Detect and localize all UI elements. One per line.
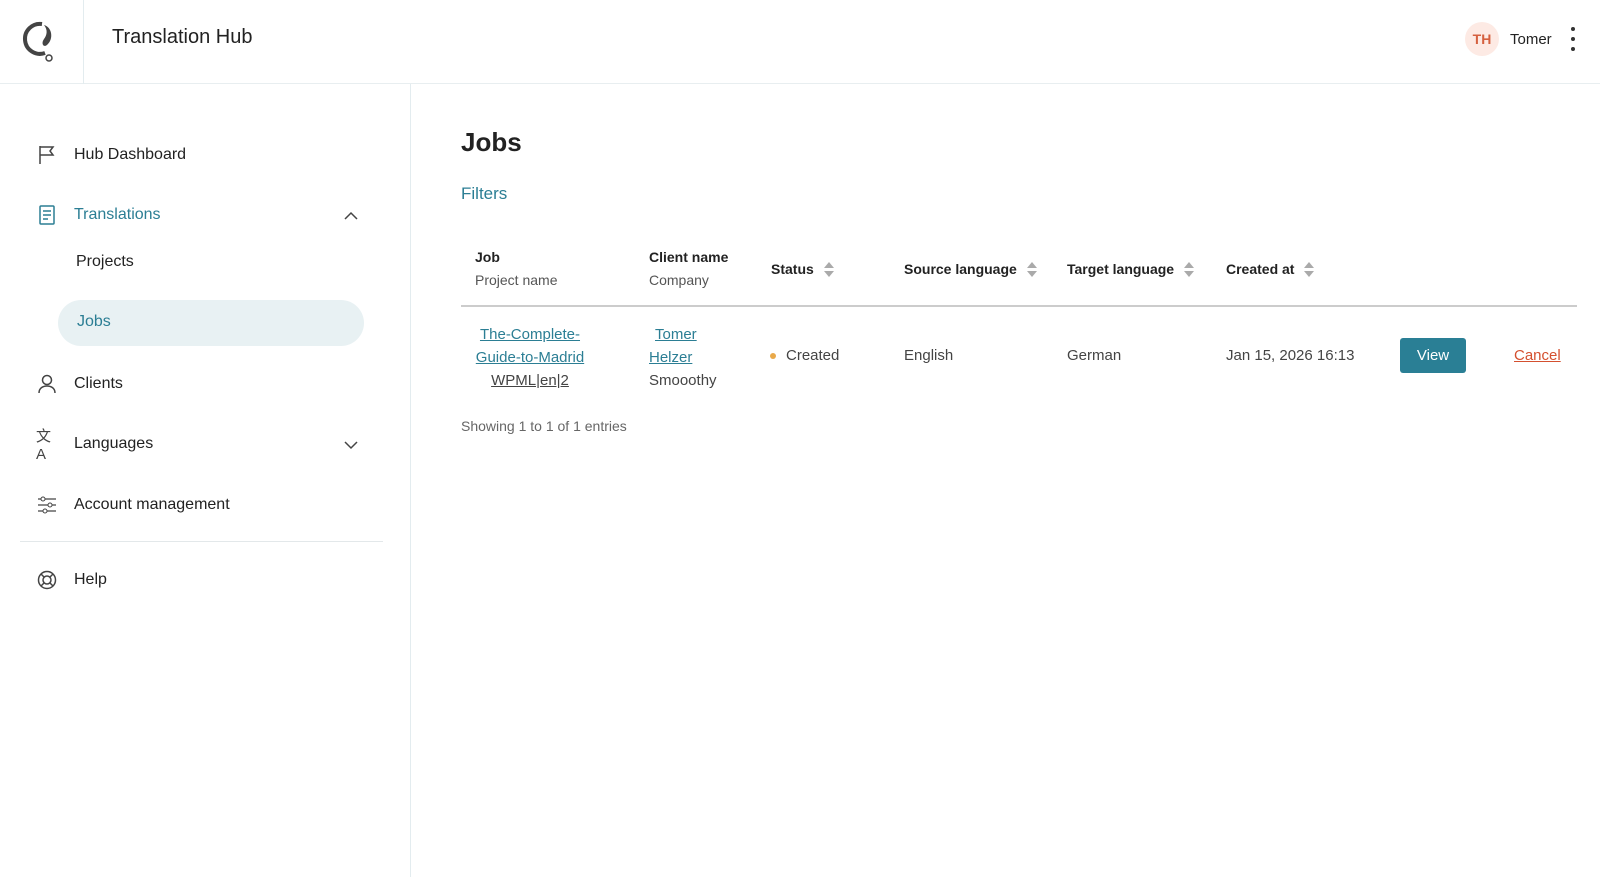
- created-at: Jan 15, 2026 16:13: [1226, 347, 1355, 364]
- project-link[interactable]: WPML|en|2: [475, 369, 585, 392]
- more-menu-icon[interactable]: [1568, 24, 1578, 54]
- cancel-link[interactable]: Cancel: [1514, 347, 1561, 364]
- user-icon: [36, 373, 58, 395]
- column-header-source-language[interactable]: Source language: [904, 261, 1037, 278]
- lifebuoy-icon: [36, 569, 58, 591]
- table-header-divider: [461, 305, 1577, 307]
- sort-icon[interactable]: [1184, 262, 1195, 278]
- chevron-up-icon[interactable]: [344, 209, 358, 223]
- column-header-status[interactable]: Status: [771, 261, 834, 278]
- status-dot-icon: [770, 353, 776, 360]
- app-title: Translation Hub: [112, 26, 253, 48]
- sort-icon[interactable]: [823, 262, 834, 278]
- sidebar-item-label: Translations: [74, 206, 161, 223]
- sidebar-item-label: Help: [74, 571, 107, 588]
- page-title: Jobs: [461, 127, 522, 157]
- sidebar-item-translations[interactable]: Translations: [36, 204, 161, 226]
- company-name: Smooothy: [649, 372, 717, 389]
- document-icon: [36, 204, 58, 226]
- header-label: Status: [771, 261, 814, 277]
- client-link[interactable]: Tomer Helzer: [649, 323, 717, 369]
- column-header-created-at[interactable]: Created at: [1226, 261, 1315, 278]
- entries-count: Showing 1 to 1 of 1 entries: [461, 418, 627, 434]
- column-header-company: Company: [649, 272, 709, 288]
- header-label: Created at: [1226, 261, 1295, 277]
- view-button[interactable]: View: [1400, 338, 1466, 373]
- column-header-target-language[interactable]: Target language: [1067, 261, 1195, 278]
- sidebar-item-label: Languages: [74, 435, 154, 452]
- sidebar-item-jobs[interactable]: Jobs: [58, 300, 364, 346]
- sidebar-item-account-management[interactable]: Account management: [36, 494, 230, 516]
- sidebar-item-help[interactable]: Help: [36, 569, 107, 591]
- avatar[interactable]: TH: [1465, 22, 1499, 56]
- logo[interactable]: [0, 0, 84, 84]
- chevron-down-icon[interactable]: [344, 438, 358, 452]
- sort-icon[interactable]: [1026, 262, 1037, 278]
- sidebar: [0, 84, 411, 877]
- sidebar-item-clients[interactable]: Clients: [36, 373, 123, 395]
- column-header-project-name: Project name: [475, 272, 558, 288]
- user-name[interactable]: Tomer: [1510, 31, 1552, 48]
- sidebar-item-projects[interactable]: Projects: [76, 253, 134, 271]
- sidebar-divider: [20, 541, 383, 542]
- client-cell: Tomer Helzer Smooothy: [649, 323, 717, 392]
- column-header-job: Job: [475, 249, 500, 265]
- logo-icon: [22, 21, 53, 62]
- status-badge: Created: [770, 347, 839, 364]
- job-cell: The-Complete- Guide-to-Madrid WPML|en|2: [475, 323, 585, 392]
- sidebar-item-label: Account management: [74, 496, 230, 513]
- job-link[interactable]: The-Complete- Guide-to-Madrid: [475, 323, 585, 369]
- top-bar: Translation Hub TH Tomer: [0, 0, 1600, 84]
- target-language: German: [1067, 347, 1122, 364]
- flag-icon: [36, 144, 58, 166]
- header-label: Target language: [1067, 261, 1175, 277]
- column-header-client-name: Client name: [649, 249, 729, 265]
- sort-icon[interactable]: [1304, 262, 1315, 278]
- sidebar-item-label: Clients: [74, 375, 123, 392]
- sliders-icon: [36, 494, 58, 516]
- header-label: Source language: [904, 261, 1017, 277]
- source-language: English: [904, 347, 954, 364]
- sidebar-item-languages[interactable]: 文A Languages: [36, 428, 154, 463]
- sidebar-item-label: Hub Dashboard: [74, 146, 187, 163]
- sidebar-item-hub-dashboard[interactable]: Hub Dashboard: [36, 144, 186, 166]
- filters-link[interactable]: Filters: [461, 184, 507, 204]
- translate-icon: 文A: [36, 428, 52, 463]
